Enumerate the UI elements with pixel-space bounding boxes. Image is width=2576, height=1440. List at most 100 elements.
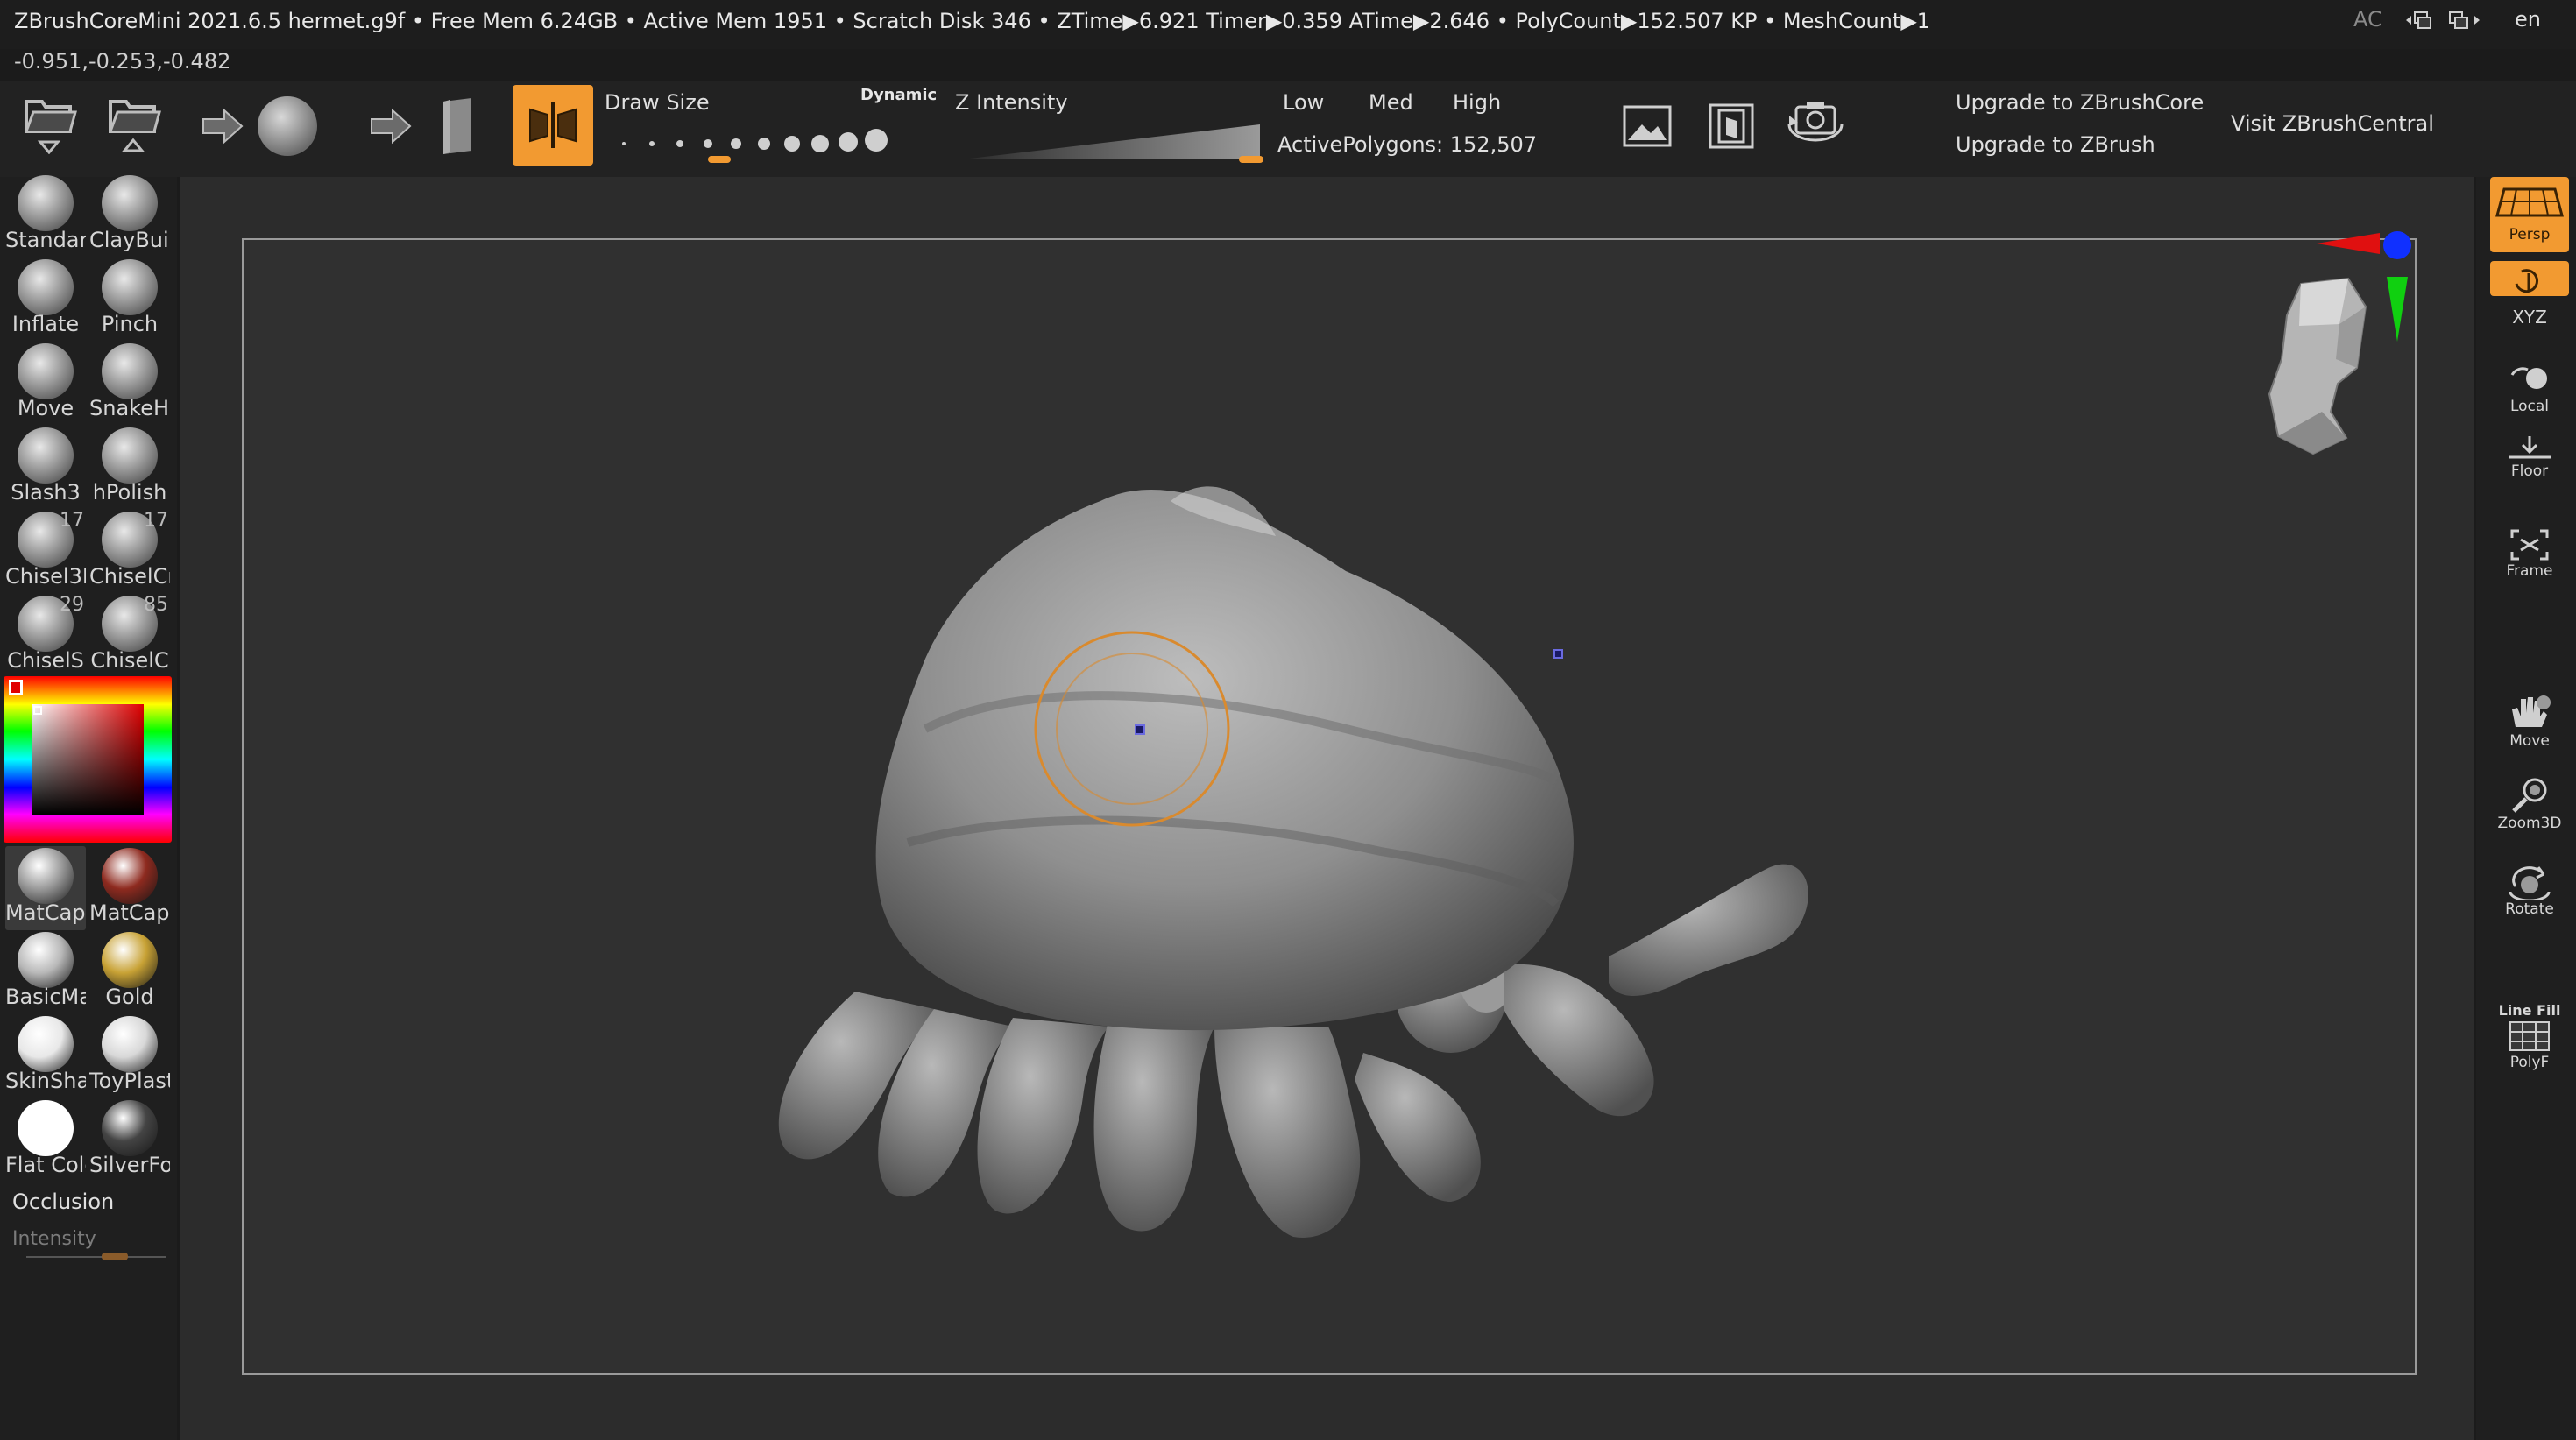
material-3[interactable]: Gold	[89, 930, 170, 1014]
x-axis-arrow	[2317, 233, 2380, 254]
brush-9[interactable]: 17 ChiselCreature	[89, 510, 170, 594]
draw-size-presets[interactable]	[613, 123, 920, 158]
inflate-brush-icon	[18, 259, 74, 315]
document-tool-icon[interactable]	[422, 93, 489, 159]
skinshade-material-icon	[18, 1016, 74, 1072]
quality-low-button[interactable]: Low	[1283, 90, 1324, 115]
polyframe-button[interactable]: Line Fill PolyF	[2490, 1002, 2569, 1071]
z-intensity-ramp[interactable]	[962, 123, 1260, 161]
toyplastic-material-icon	[102, 1016, 158, 1072]
hermit-crab-sculpt[interactable]	[242, 238, 2417, 1375]
material-label: Gold	[105, 985, 154, 1009]
export-arrow-icon[interactable]	[357, 93, 424, 159]
app-title-status: ZBrushCoreMini 2021.6.5 hermet.g9f • Fre…	[14, 9, 1931, 33]
standard-brush-icon	[18, 175, 74, 231]
brush-count: 17	[60, 510, 84, 532]
z-intensity-slider[interactable]	[1239, 156, 1263, 163]
cursor-coordinates: -0.951,-0.253,-0.482	[14, 49, 231, 74]
brush-label: hPolish	[92, 480, 167, 505]
floor-button[interactable]: Floor	[2490, 433, 2569, 480]
brush-7[interactable]: hPolish	[89, 426, 170, 510]
flat-color-material-icon	[18, 1100, 74, 1156]
brush-3[interactable]: Pinch	[89, 258, 170, 342]
matcap-gray-icon	[18, 848, 74, 904]
brush-label: Slash3	[11, 480, 81, 505]
occlusion-intensity-track[interactable]	[26, 1256, 166, 1258]
local-button[interactable]: Local	[2490, 363, 2569, 415]
upgrade-zbrushcore-link[interactable]: Upgrade to ZBrushCore	[1956, 90, 2204, 115]
dynamic-toggle[interactable]: Dynamic	[860, 86, 937, 104]
color-saturation-square[interactable]	[32, 704, 144, 815]
language-selector[interactable]: en	[2515, 7, 2541, 32]
material-0[interactable]: MatCap Gray	[5, 846, 86, 930]
material-label: SilverFoil	[89, 1153, 170, 1177]
brush-8[interactable]: 17 Chisel3D	[5, 510, 86, 594]
brush-count: 29	[60, 594, 84, 616]
brush-label: ChiselCreature	[89, 564, 170, 589]
material-1[interactable]: MatCap Red	[89, 846, 170, 930]
material-4[interactable]: SkinShade	[5, 1014, 86, 1098]
brush-label: ChiselC	[90, 648, 169, 673]
matcap-red-icon	[102, 848, 158, 904]
material-label: Flat Color	[5, 1153, 86, 1177]
save-file-icon[interactable]	[100, 88, 166, 154]
frame-button[interactable]: Frame	[2490, 527, 2569, 580]
persp-button[interactable]: Persp	[2490, 177, 2569, 252]
window-restore-icon[interactable]	[2401, 7, 2439, 35]
zoom3d-button[interactable]: Zoom3D	[2490, 776, 2569, 832]
brush-11[interactable]: 85 ChiselC	[89, 594, 170, 678]
brush-count: 17	[144, 510, 168, 532]
material-label: MatCap Gray	[5, 900, 86, 925]
brush-count: 85	[144, 594, 168, 616]
rotation-lock-button[interactable]	[2490, 261, 2569, 296]
sphere-tool-icon[interactable]	[254, 93, 321, 159]
z-axis-sphere	[2383, 231, 2411, 259]
brush-label: SnakeHook	[89, 396, 170, 420]
material-6[interactable]: Flat Color	[5, 1098, 86, 1182]
brush-10[interactable]: 29 ChiselS	[5, 594, 86, 678]
upgrade-zbrush-link[interactable]: Upgrade to ZBrush	[1956, 132, 2155, 157]
brush-6[interactable]: Slash3	[5, 426, 86, 510]
quality-med-button[interactable]: Med	[1369, 90, 1413, 115]
draw-size-slider[interactable]	[708, 156, 731, 163]
material-5[interactable]: ToyPlastic	[89, 1014, 170, 1098]
xyz-rotate-button[interactable]: XYZ	[2490, 307, 2569, 328]
brush-1[interactable]: ClayBuildup	[89, 173, 170, 258]
occlusion-label[interactable]: Occlusion	[12, 1189, 114, 1214]
brush-0[interactable]: Standard	[5, 173, 86, 258]
local-pivot-icon	[2510, 367, 2547, 389]
primary-color-swatch[interactable]	[9, 680, 23, 695]
navigation-head-gizmo[interactable]	[2226, 228, 2427, 464]
material-2[interactable]: BasicMaterial	[5, 930, 86, 1014]
turntable-book-icon[interactable]	[1698, 93, 1765, 159]
move-view-button[interactable]: Move	[2490, 692, 2569, 750]
brush-5[interactable]: SnakeHook	[89, 342, 170, 426]
brush-label: Chisel3D	[5, 564, 86, 589]
linefill-label: Line Fill	[2498, 1002, 2561, 1019]
open-file-icon[interactable]	[16, 88, 82, 154]
symmetry-button[interactable]	[513, 85, 593, 166]
window-layout-icon[interactable]	[2446, 7, 2485, 35]
image-icon[interactable]	[1614, 93, 1681, 159]
ac-toggle[interactable]: AC	[2353, 7, 2382, 32]
basic-material-icon	[18, 932, 74, 988]
active-polygons-readout: ActivePolygons: 152,507	[1277, 132, 1538, 157]
visit-zbrushcentral-link[interactable]: Visit ZBrushCentral	[2231, 111, 2434, 136]
pivot-point	[1553, 649, 1563, 659]
brush-label: Move	[17, 396, 74, 420]
symmetry-icon	[529, 102, 577, 148]
material-7[interactable]: SilverFoil	[89, 1098, 170, 1182]
rotate-view-button[interactable]: Rotate	[2490, 862, 2569, 918]
xyz-label: XYZ	[2512, 307, 2547, 328]
floor-grid-icon	[2509, 436, 2551, 459]
move-brush-icon	[18, 343, 74, 399]
quality-high-button[interactable]: High	[1453, 90, 1501, 115]
brush-2[interactable]: Inflate	[5, 258, 86, 342]
brush-label: ClayBuildup	[89, 228, 170, 252]
brush-4[interactable]: Move	[5, 342, 86, 426]
rotation-lock-icon	[2515, 269, 2539, 293]
z-intensity-label: Z Intensity	[955, 90, 1068, 115]
import-arrow-icon[interactable]	[189, 93, 256, 159]
camera-rotate-icon[interactable]	[1782, 88, 1849, 154]
occlusion-intensity-slider[interactable]	[102, 1253, 128, 1260]
